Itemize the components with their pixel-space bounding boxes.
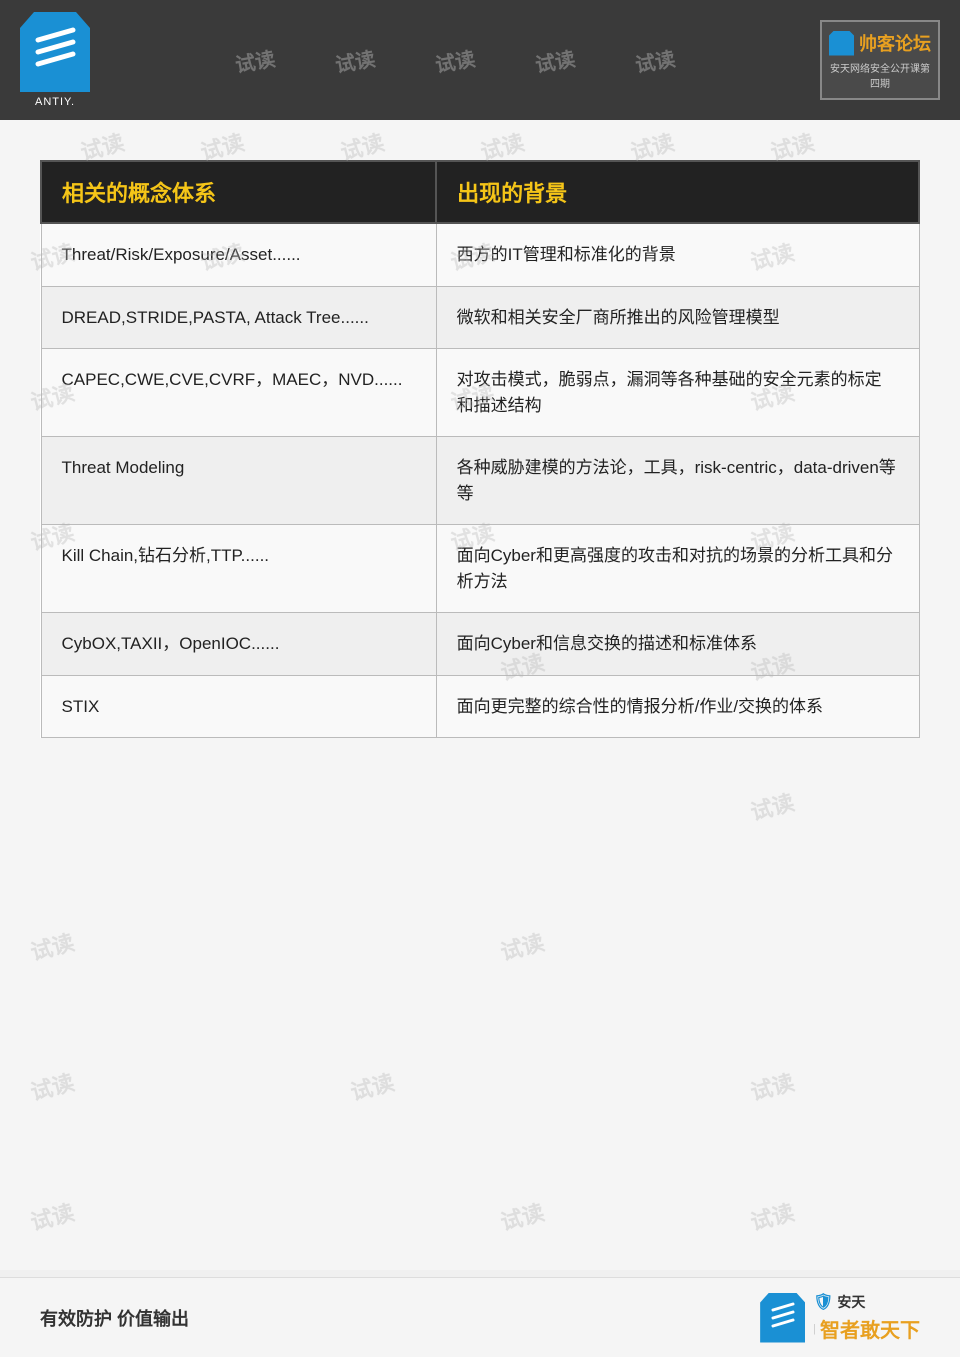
header-watermarks: 试读 试读 试读 试读 试读 bbox=[90, 46, 820, 75]
right-cell: 面向Cyber和信息交换的描述和标准体系 bbox=[436, 613, 919, 676]
header-right-logo: 帅客论坛 安天网络安全公开课第四期 bbox=[820, 20, 940, 100]
left-cell: Kill Chain,钻石分析,TTP...... bbox=[41, 525, 436, 613]
data-table: 相关的概念体系 出现的背景 Threat/Risk/Exposure/Asset… bbox=[40, 160, 920, 738]
left-cell: STIX bbox=[41, 675, 436, 738]
antiy-brand-text: 帅客论坛 bbox=[859, 30, 931, 56]
right-cell: 面向更完整的综合性的情报分析/作业/交换的体系 bbox=[436, 675, 919, 738]
footer-logo: 🛡 安天 | 智者敢天下 bbox=[760, 1292, 920, 1343]
logo-text: ANTIY. bbox=[35, 96, 75, 108]
left-cell: Threat Modeling bbox=[41, 437, 436, 525]
right-cell: 面向Cyber和更高强度的攻击和对抗的场景的分析工具和分析方法 bbox=[436, 525, 919, 613]
left-cell: CybOX,TAXII，OpenIOC...... bbox=[41, 613, 436, 676]
footer-brand: 智者敢天下 bbox=[820, 1314, 920, 1343]
table-row: Threat Modeling 各种威胁建模的方法论，工具，risk-centr… bbox=[41, 437, 919, 525]
divider-bar: | bbox=[813, 1323, 816, 1335]
left-cell: DREAD,STRIDE,PASTA, Attack Tree...... bbox=[41, 286, 436, 349]
right-cell: 西方的IT管理和标准化的背景 bbox=[436, 223, 919, 286]
col1-header: 相关的概念体系 bbox=[41, 161, 436, 223]
left-cell: Threat/Risk/Exposure/Asset...... bbox=[41, 223, 436, 286]
antiy-subtitle: 安天网络安全公开课第四期 bbox=[827, 60, 933, 90]
right-cell: 对攻击模式，脆弱点，漏洞等各种基础的安全元素的标定和描述结构 bbox=[436, 349, 919, 437]
footer-logo-text: 🛡 安天 | 智者敢天下 bbox=[813, 1292, 920, 1343]
right-cell: 微软和相关安全厂商所推出的风险管理模型 bbox=[436, 286, 919, 349]
table-row: CAPEC,CWE,CVE,CVRF，MAEC，NVD...... 对攻击模式，… bbox=[41, 349, 919, 437]
col2-header: 出现的背景 bbox=[436, 161, 919, 223]
footer-antiy-label: 🛡 安天 bbox=[813, 1292, 920, 1312]
header: ANTIY. 试读 试读 试读 试读 试读 帅客论坛 安天网络安全公开课第四期 bbox=[0, 0, 960, 120]
footer-logo-icon bbox=[760, 1293, 805, 1343]
table-row: STIX 面向更完整的综合性的情报分析/作业/交换的体系 bbox=[41, 675, 919, 738]
left-cell: CAPEC,CWE,CVE,CVRF，MAEC，NVD...... bbox=[41, 349, 436, 437]
header-wm-4: 试读 bbox=[533, 42, 577, 78]
header-wm-1: 试读 bbox=[233, 42, 277, 78]
right-cell: 各种威胁建模的方法论，工具，risk-centric，data-driven等等 bbox=[436, 437, 919, 525]
table-row: DREAD,STRIDE,PASTA, Attack Tree...... 微软… bbox=[41, 286, 919, 349]
footer-slogan: 有效防护 价值输出 bbox=[40, 1305, 189, 1331]
main-content: 相关的概念体系 出现的背景 Threat/Risk/Exposure/Asset… bbox=[0, 120, 960, 1270]
footer-antiy-icon: 🛡 bbox=[813, 1294, 833, 1311]
footer-antiy-name: 安天 bbox=[837, 1294, 865, 1310]
header-wm-3: 试读 bbox=[433, 42, 477, 78]
logo: ANTIY. bbox=[20, 12, 90, 108]
table-row: CybOX,TAXII，OpenIOC...... 面向Cyber和信息交换的描… bbox=[41, 613, 919, 676]
footer: 有效防护 价值输出 🛡 安天 | 智者敢天下 bbox=[0, 1277, 960, 1357]
header-wm-5: 试读 bbox=[633, 42, 677, 78]
logo-shape bbox=[20, 12, 90, 92]
table-row: Kill Chain,钻石分析,TTP...... 面向Cyber和更高强度的攻… bbox=[41, 525, 919, 613]
header-wm-2: 试读 bbox=[333, 42, 377, 78]
table-row: Threat/Risk/Exposure/Asset...... 西方的IT管理… bbox=[41, 223, 919, 286]
antiy-logo-small bbox=[829, 31, 854, 56]
